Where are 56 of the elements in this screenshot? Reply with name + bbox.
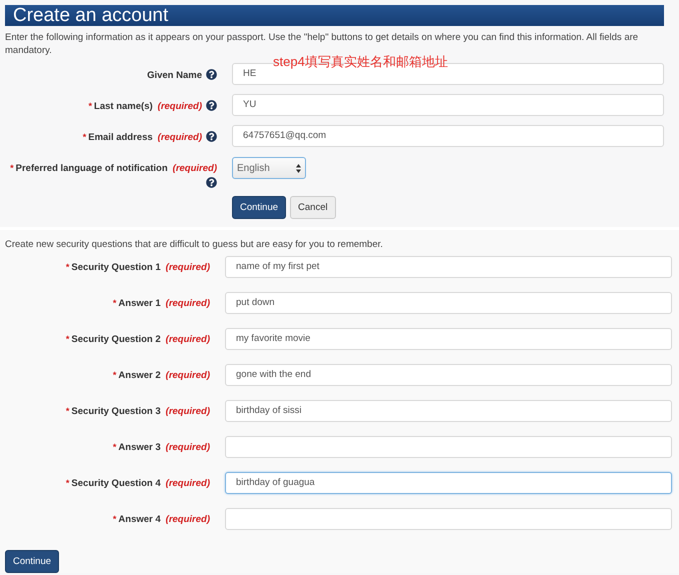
required-note: (required) bbox=[172, 163, 217, 174]
language-select[interactable]: English bbox=[232, 157, 306, 179]
required-note: (required) bbox=[166, 514, 210, 525]
field-label: Email address bbox=[88, 132, 153, 143]
field-label: Security Question 2 bbox=[71, 334, 161, 345]
required-asterisk: * bbox=[112, 514, 116, 524]
required-asterisk: * bbox=[112, 370, 116, 380]
field-label: Security Question 3 bbox=[71, 406, 161, 417]
required-note: (required) bbox=[166, 298, 210, 309]
field-label: Security Question 1 bbox=[71, 262, 161, 273]
field-label: Answer 2 bbox=[118, 370, 161, 381]
input-field[interactable]: name of my first pet bbox=[225, 256, 672, 278]
field-label: Answer 4 bbox=[118, 514, 161, 525]
input-field[interactable]: YU bbox=[232, 94, 664, 116]
required-asterisk: * bbox=[66, 478, 70, 488]
input-field[interactable]: birthday of guagua bbox=[225, 472, 672, 494]
select-arrows-icon bbox=[296, 164, 301, 172]
page-title: Create an account bbox=[5, 5, 664, 26]
help-icon[interactable] bbox=[206, 69, 217, 80]
cancel-button[interactable]: Cancel bbox=[290, 196, 336, 219]
field-label: Last name(s) bbox=[94, 101, 153, 112]
required-note: (required) bbox=[166, 478, 210, 489]
field-label: Security Question 4 bbox=[71, 478, 161, 489]
continue-button[interactable]: Continue bbox=[5, 550, 60, 573]
required-note: (required) bbox=[166, 406, 210, 417]
input-field[interactable] bbox=[225, 436, 672, 458]
required-note: (required) bbox=[158, 132, 202, 143]
required-asterisk: * bbox=[66, 334, 70, 344]
help-icon[interactable] bbox=[206, 100, 217, 111]
help-icon[interactable] bbox=[206, 177, 217, 188]
continue-button[interactable]: Continue bbox=[232, 196, 286, 219]
input-field[interactable]: put down bbox=[225, 292, 672, 314]
required-asterisk: * bbox=[112, 442, 116, 452]
required-asterisk: * bbox=[82, 132, 86, 142]
required-asterisk: * bbox=[66, 262, 70, 272]
input-field[interactable]: 64757651@qq.com bbox=[232, 125, 664, 147]
input-field[interactable]: my favorite movie bbox=[225, 328, 672, 350]
required-note: (required) bbox=[166, 334, 210, 345]
required-note: (required) bbox=[166, 262, 210, 273]
required-asterisk: * bbox=[88, 101, 92, 111]
help-icon[interactable] bbox=[206, 131, 217, 142]
field-label: Given Name bbox=[147, 70, 202, 81]
required-asterisk: * bbox=[66, 406, 70, 416]
required-asterisk: * bbox=[10, 163, 14, 173]
input-field[interactable]: birthday of sissi bbox=[225, 400, 672, 422]
field-label: Answer 1 bbox=[118, 298, 161, 309]
field-label: Answer 3 bbox=[118, 442, 161, 453]
required-note: (required) bbox=[166, 370, 210, 381]
field-label: Preferred language of notification bbox=[16, 163, 168, 174]
required-asterisk: * bbox=[112, 298, 116, 308]
required-note: (required) bbox=[166, 442, 210, 453]
required-note: (required) bbox=[158, 101, 202, 112]
input-field[interactable] bbox=[225, 508, 672, 530]
input-field[interactable]: gone with the end bbox=[225, 364, 672, 386]
security-intro-text: Create new security questions that are difficult to guess but are easy for you to remember. bbox=[5, 239, 384, 250]
intro-text: Enter the following information as it appears on your passport. Use the "help" buttons to get details on where you can find this information. All fields are mandatory. bbox=[5, 31, 640, 56]
